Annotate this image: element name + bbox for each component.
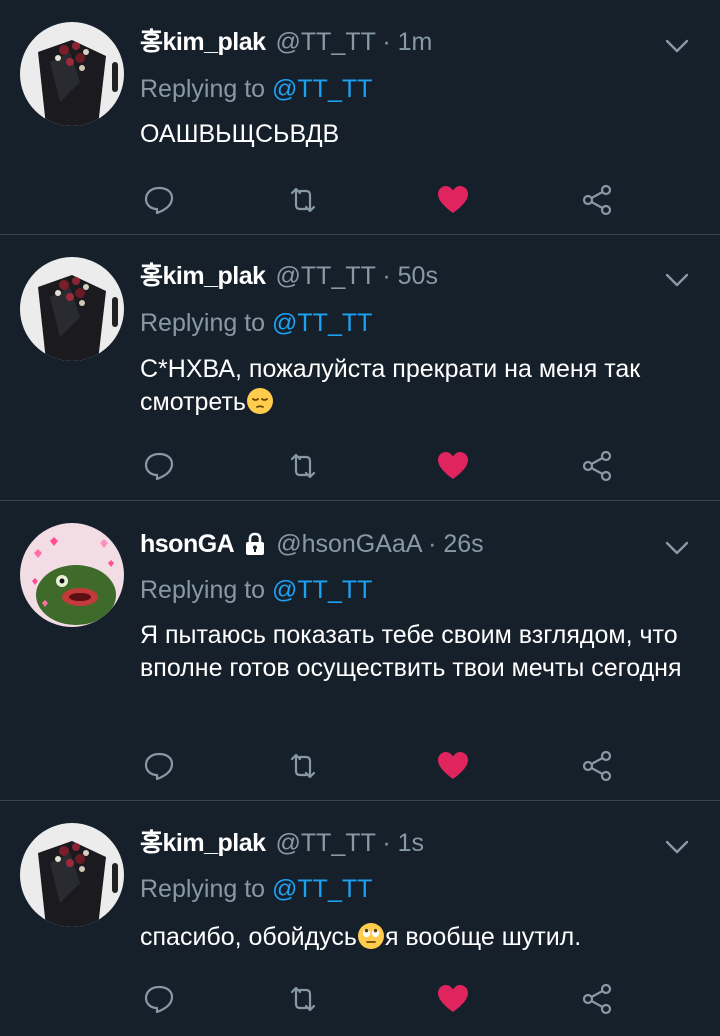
reply-icon[interactable] bbox=[142, 749, 176, 783]
replying-to-label: Replying to bbox=[140, 875, 266, 903]
separator: · bbox=[375, 829, 398, 857]
display-name[interactable]: hsonGA bbox=[140, 529, 235, 559]
timestamp[interactable]: 26s bbox=[443, 530, 483, 558]
heart-icon[interactable] bbox=[436, 749, 470, 783]
handle-and-time: @TT_TT · 50s bbox=[276, 261, 438, 291]
replying-to: Replying to @TT_TT bbox=[140, 575, 372, 605]
separator: · bbox=[421, 530, 444, 558]
display-name[interactable]: 홍kim_plak bbox=[140, 828, 266, 858]
tweet-text: Я пытаюсь показать тебе своим взглядом, … bbox=[140, 621, 682, 682]
mention-link[interactable]: @TT_TT bbox=[272, 75, 372, 103]
tweet-1[interactable]: 홍kim_plak @TT_TT · 1m Replying to @TT_TT… bbox=[0, 0, 720, 235]
timestamp[interactable]: 1m bbox=[398, 28, 433, 56]
action-bar bbox=[140, 982, 640, 1018]
heart-icon[interactable] bbox=[436, 982, 470, 1016]
replying-to: Replying to @TT_TT bbox=[140, 874, 372, 904]
avatar[interactable] bbox=[20, 523, 124, 627]
tweet-text: спасибо, обойдусь я вообще шутил. bbox=[140, 921, 700, 954]
heart-icon[interactable] bbox=[436, 183, 470, 217]
reply-icon[interactable] bbox=[142, 183, 176, 217]
chevron-down-icon[interactable] bbox=[664, 38, 690, 54]
handle[interactable]: @TT_TT bbox=[276, 829, 376, 857]
tweet-3[interactable]: hsonGA @hsonGAaA · 26s Replying to @TT_T… bbox=[0, 501, 720, 801]
reply-icon[interactable] bbox=[142, 982, 176, 1016]
chevron-down-icon[interactable] bbox=[664, 839, 690, 855]
timestamp[interactable]: 50s bbox=[398, 262, 438, 290]
chevron-down-icon[interactable] bbox=[664, 272, 690, 288]
replying-to: Replying to @TT_TT bbox=[140, 74, 372, 104]
display-name[interactable]: 홍kim_plak bbox=[140, 261, 266, 291]
rolling-eyes-emoji bbox=[357, 923, 384, 949]
tweet-header: 홍kim_plak @TT_TT · 50s bbox=[140, 261, 438, 291]
lock-icon bbox=[246, 532, 265, 555]
reply-icon[interactable] bbox=[142, 449, 176, 483]
tweet-header: hsonGA @hsonGAaA · 26s bbox=[140, 529, 484, 559]
mention-link[interactable]: @TT_TT bbox=[272, 576, 372, 604]
replying-to: Replying to @TT_TT bbox=[140, 308, 372, 338]
timestamp[interactable]: 1s bbox=[398, 829, 424, 857]
retweet-icon[interactable] bbox=[286, 982, 320, 1016]
handle[interactable]: @TT_TT bbox=[276, 262, 376, 290]
tweet-text-after-emoji: я вообще шутил. bbox=[384, 923, 582, 951]
avatar[interactable] bbox=[20, 823, 124, 927]
tweet-text-content: С*НХВА, пожалуйста прекрати на меня так … bbox=[140, 355, 641, 416]
retweet-icon[interactable] bbox=[286, 449, 320, 483]
action-bar bbox=[140, 449, 640, 485]
replying-to-label: Replying to bbox=[140, 309, 266, 337]
tweet-text: С*НХВА, пожалуйста прекрати на меня так … bbox=[140, 353, 700, 419]
replying-to-label: Replying to bbox=[140, 576, 266, 604]
chevron-down-icon[interactable] bbox=[664, 540, 690, 556]
tweet-text: ОАШВЬЩСЬВДВ bbox=[140, 120, 340, 148]
separator: · bbox=[375, 262, 398, 290]
share-icon[interactable] bbox=[580, 183, 614, 217]
avatar[interactable] bbox=[20, 22, 124, 126]
mention-link[interactable]: @TT_TT bbox=[272, 309, 372, 337]
avatar[interactable] bbox=[20, 257, 124, 361]
share-icon[interactable] bbox=[580, 982, 614, 1016]
share-icon[interactable] bbox=[580, 749, 614, 783]
handle-and-time: @hsonGAaA · 26s bbox=[276, 529, 483, 559]
separator: · bbox=[375, 28, 398, 56]
action-bar bbox=[140, 183, 640, 219]
share-icon[interactable] bbox=[580, 449, 614, 483]
heart-icon[interactable] bbox=[436, 449, 470, 483]
tweet-2[interactable]: 홍kim_plak @TT_TT · 50s Replying to @TT_T… bbox=[0, 235, 720, 501]
pensive-face-emoji bbox=[246, 388, 273, 414]
handle[interactable]: @TT_TT bbox=[276, 28, 376, 56]
handle-and-time: @TT_TT · 1s bbox=[276, 828, 425, 858]
display-name[interactable]: 홍kim_plak bbox=[140, 27, 266, 57]
tweet-header: 홍kim_plak @TT_TT · 1s bbox=[140, 828, 424, 858]
action-bar bbox=[140, 749, 640, 785]
retweet-icon[interactable] bbox=[286, 183, 320, 217]
retweet-icon[interactable] bbox=[286, 749, 320, 783]
mention-link[interactable]: @TT_TT bbox=[272, 875, 372, 903]
handle[interactable]: @hsonGAaA bbox=[276, 530, 421, 558]
tweet-header: 홍kim_plak @TT_TT · 1m bbox=[140, 27, 432, 57]
replying-to-label: Replying to bbox=[140, 75, 266, 103]
tweet-4[interactable]: 홍kim_plak @TT_TT · 1s Replying to @TT_TT… bbox=[0, 801, 720, 1036]
handle-and-time: @TT_TT · 1m bbox=[276, 27, 433, 57]
tweet-text-before-emoji: спасибо, обойдусь bbox=[140, 923, 357, 951]
